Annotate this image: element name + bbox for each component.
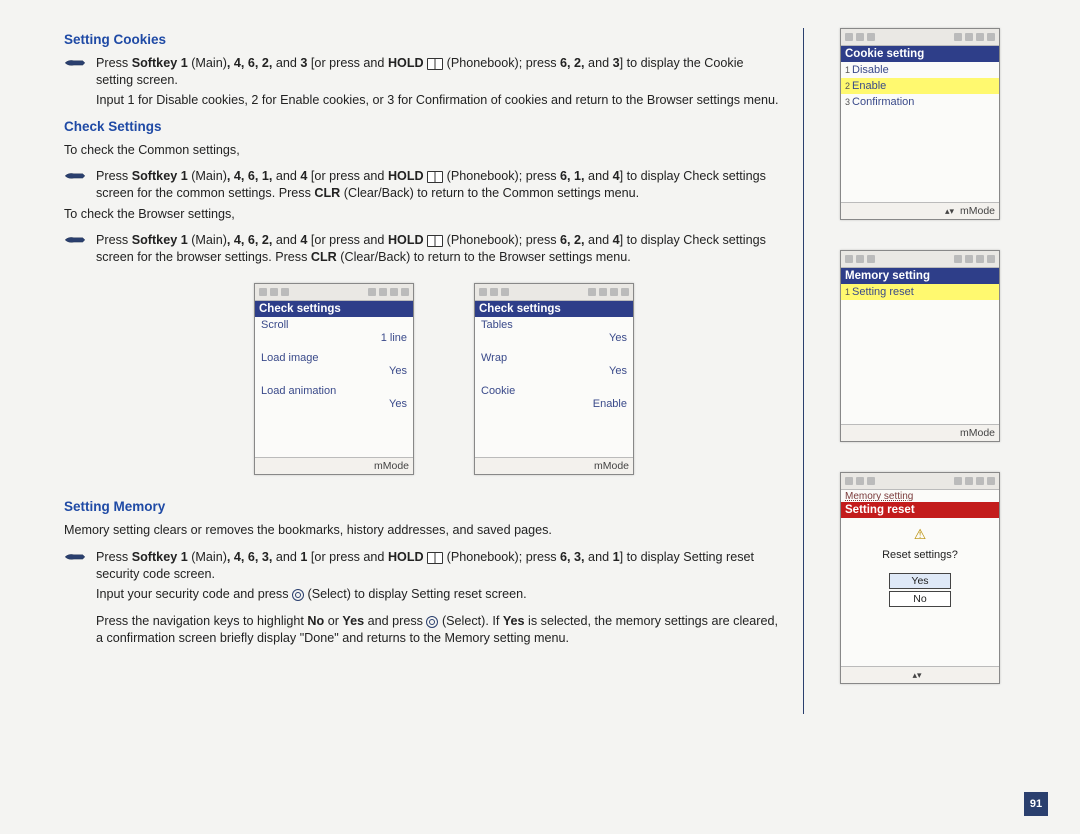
phone-titlebar: Setting reset [841,502,999,518]
indent-text: Input 1 for Disable cookies, 2 for Enabl… [96,92,783,109]
phone-titlebar: Memory setting [841,268,999,284]
setting-value: 1 line [261,332,407,344]
section-heading: Setting Memory [64,499,783,514]
softkey-label: mMode [374,460,409,472]
setting-key: Cookie [481,385,627,397]
phone-titlebar: Cookie setting [841,46,999,62]
dialog-no-button: No [889,591,951,607]
phone-softkey-bar: mMode [475,457,633,474]
select-key-icon [426,616,438,628]
setting-value: Yes [261,365,407,377]
phone-statusbar [841,29,999,46]
setting-value: Enable [481,398,627,410]
bullet-item: Press Softkey 1 (Main), 4, 6, 3, and 1 [… [64,549,783,582]
pointer-icon [64,168,86,189]
section-heading: Check Settings [64,119,783,134]
bullet-text: Press Softkey 1 (Main), 4, 6, 2, and 4 [… [96,232,783,265]
menu-item: 1Disable [841,62,999,78]
updown-icon: ▴▾ [912,670,921,681]
select-key-icon [292,589,304,601]
phone-subheader: Memory setting [841,490,999,502]
menu-item-highlighted: 1Setting reset [841,284,999,300]
indent-text: Input your security code and press (Sele… [96,586,783,603]
bullet-text: Press Softkey 1 (Main), 4, 6, 1, and 4 [… [96,168,783,201]
setting-value: Yes [261,398,407,410]
phone-screenshot-check-browser: Check settings TablesYes WrapYes CookieE… [474,283,634,475]
setting-value: Yes [481,365,627,377]
phone-softkey-bar: ▴▾ mMode [841,202,999,219]
body-text: Memory setting clears or removes the boo… [64,522,783,539]
phonebook-icon [427,552,443,564]
phone-statusbar [255,284,413,301]
phone-softkey-bar: mMode [841,424,999,441]
pointer-icon [64,549,86,570]
pointer-icon [64,55,86,76]
bullet-text: Press Softkey 1 (Main), 4, 6, 2, and 3 [… [96,55,783,88]
menu-item: 3Confirmation [841,94,999,110]
phonebook-icon [427,171,443,183]
setting-key: Load animation [261,385,407,397]
body-text: To check the Common settings, [64,142,783,159]
softkey-label: mMode [960,205,995,217]
phone-screenshot-check-common: Check settings Scroll1 line Load imageYe… [254,283,414,475]
bullet-item: Press Softkey 1 (Main), 4, 6, 2, and 3 [… [64,55,783,88]
phonebook-icon [427,58,443,70]
bullet-item: Press Softkey 1 (Main), 4, 6, 2, and 4 [… [64,232,783,265]
setting-key: Tables [481,319,627,331]
page-number: 91 [1024,792,1048,816]
bullet-item: Press Softkey 1 (Main), 4, 6, 1, and 4 [… [64,168,783,201]
dialog-message: Reset settings? [841,549,999,561]
indent-text: Press the navigation keys to highlight N… [96,613,783,646]
section-heading: Setting Cookies [64,32,783,47]
updown-icon: ▴▾ [945,206,954,217]
dialog-yes-button: Yes [889,573,951,589]
body-text: To check the Browser settings, [64,206,783,223]
softkey-label: mMode [960,427,995,439]
menu-item-highlighted: 2Enable [841,78,999,94]
phone-screenshot-memory-setting: Memory setting 1Setting reset mMode [840,250,1000,442]
setting-key: Scroll [261,319,407,331]
setting-value: Yes [481,332,627,344]
warning-icon: ⚠ [841,526,999,543]
softkey-label: mMode [594,460,629,472]
phone-screenshot-setting-reset: Memory setting Setting reset ⚠ Reset set… [840,472,1000,684]
setting-key: Wrap [481,352,627,364]
phone-softkey-bar: mMode [255,457,413,474]
phone-screenshot-cookie-setting: Cookie setting 1Disable 2Enable 3Confirm… [840,28,1000,220]
phone-statusbar [841,251,999,268]
phone-titlebar: Check settings [475,301,633,317]
setting-key: Load image [261,352,407,364]
phone-statusbar [475,284,633,301]
bullet-text: Press Softkey 1 (Main), 4, 6, 3, and 1 [… [96,549,783,582]
pointer-icon [64,232,86,253]
phone-statusbar [841,473,999,490]
phone-titlebar: Check settings [255,301,413,317]
phone-softkey-bar: ▴▾ [841,666,999,683]
phonebook-icon [427,235,443,247]
